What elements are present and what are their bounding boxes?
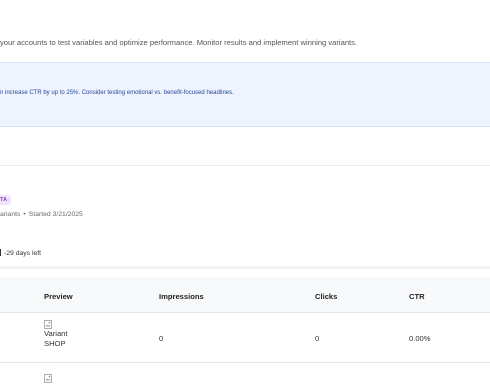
status-badge: TA <box>0 195 11 205</box>
table-header: Preview Impressions Clicks CTR <box>0 277 490 313</box>
clicks-value: 0 <box>315 334 320 343</box>
progress-bar-edge <box>0 249 1 256</box>
impressions-value: 0 <box>159 334 164 343</box>
meta-separator: • <box>23 211 26 218</box>
tip-text: n increase CTR by up to 25%. Consider te… <box>0 90 234 96</box>
variant-alt-line: Variant <box>44 329 68 338</box>
column-header-ctr[interactable]: CTR <box>409 292 425 301</box>
days-remaining: -29 days left <box>0 249 41 257</box>
broken-image-icon <box>44 374 52 383</box>
tip-banner: n increase CTR by up to 25%. Consider te… <box>0 62 490 127</box>
variants-count: ariants <box>0 211 21 218</box>
column-header-clicks[interactable]: Clicks <box>315 292 337 301</box>
page-description: your accounts to test variables and opti… <box>0 38 358 47</box>
column-header-preview[interactable]: Preview <box>44 292 73 301</box>
ctr-value: 0.00% <box>409 334 431 343</box>
days-left-label: -29 days left <box>4 250 42 257</box>
broken-image-icon <box>44 320 52 329</box>
section-divider <box>0 165 490 166</box>
column-header-impressions[interactable]: Impressions <box>159 292 204 301</box>
variant-alt-line: SHOP <box>44 339 66 348</box>
variant-preview-alt: Variant SHOP <box>44 329 68 349</box>
section-divider-thick <box>0 266 490 269</box>
table-row <box>0 363 490 385</box>
table-row: Variant SHOP 0 0 0.00% <box>0 313 490 363</box>
start-date: Started 3/21/2025 <box>28 211 83 218</box>
test-meta: ariants • Started 3/21/2025 <box>0 211 83 218</box>
